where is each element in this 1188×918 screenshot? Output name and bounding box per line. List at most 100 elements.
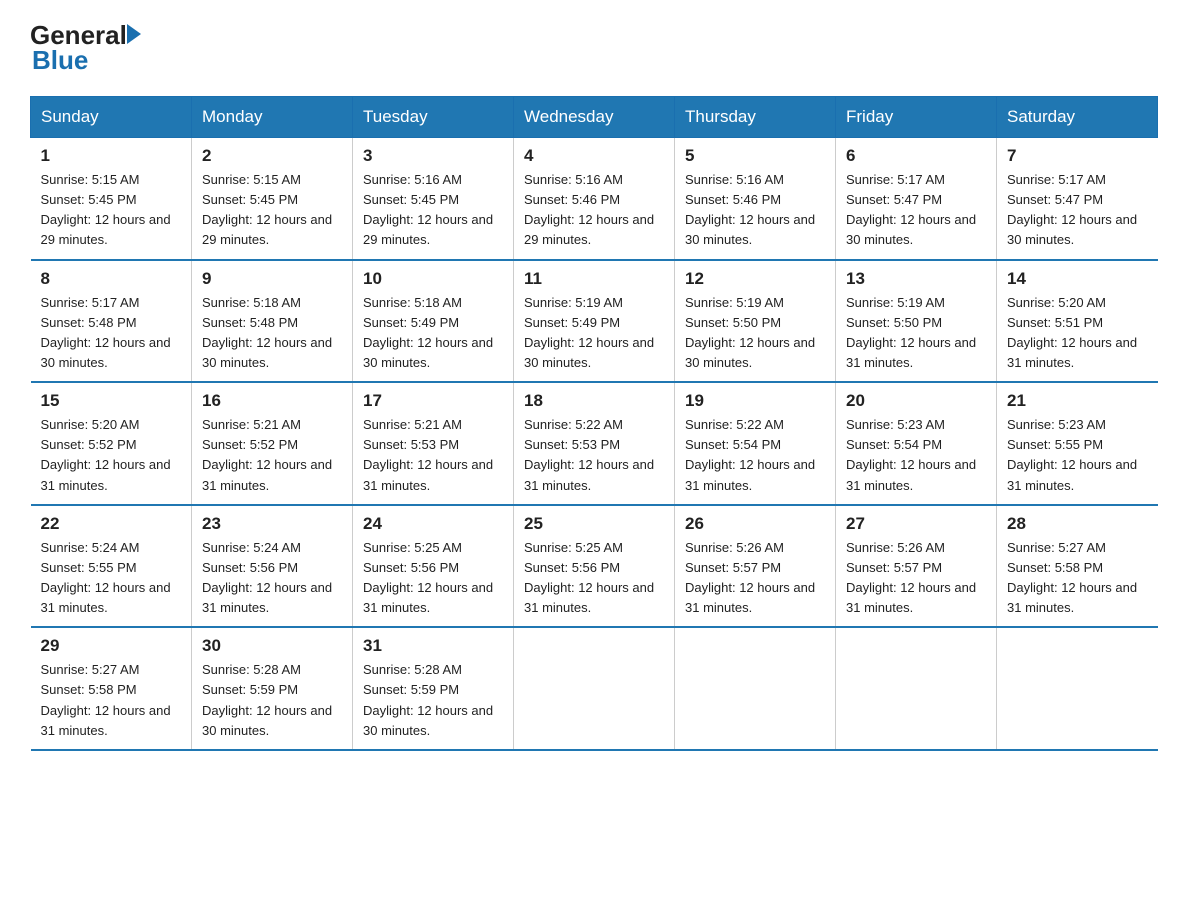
day-info: Sunrise: 5:28 AMSunset: 5:59 PMDaylight:… bbox=[363, 660, 503, 741]
day-info: Sunrise: 5:19 AMSunset: 5:50 PMDaylight:… bbox=[846, 293, 986, 374]
day-number: 4 bbox=[524, 146, 664, 166]
day-info: Sunrise: 5:15 AMSunset: 5:45 PMDaylight:… bbox=[202, 170, 342, 251]
day-info: Sunrise: 5:17 AMSunset: 5:47 PMDaylight:… bbox=[1007, 170, 1148, 251]
calendar-cell bbox=[514, 627, 675, 750]
day-info: Sunrise: 5:22 AMSunset: 5:54 PMDaylight:… bbox=[685, 415, 825, 496]
calendar-header: SundayMondayTuesdayWednesdayThursdayFrid… bbox=[31, 97, 1158, 138]
calendar-cell: 10 Sunrise: 5:18 AMSunset: 5:49 PMDayligh… bbox=[353, 260, 514, 383]
day-number: 31 bbox=[363, 636, 503, 656]
calendar-cell: 22 Sunrise: 5:24 AMSunset: 5:55 PMDayligh… bbox=[31, 505, 192, 628]
day-info: Sunrise: 5:16 AMSunset: 5:46 PMDaylight:… bbox=[524, 170, 664, 251]
day-number: 28 bbox=[1007, 514, 1148, 534]
day-info: Sunrise: 5:18 AMSunset: 5:48 PMDaylight:… bbox=[202, 293, 342, 374]
day-info: Sunrise: 5:23 AMSunset: 5:55 PMDaylight:… bbox=[1007, 415, 1148, 496]
header-cell-friday: Friday bbox=[836, 97, 997, 138]
calendar-cell: 28 Sunrise: 5:27 AMSunset: 5:58 PMDayligh… bbox=[997, 505, 1158, 628]
day-number: 9 bbox=[202, 269, 342, 289]
day-info: Sunrise: 5:22 AMSunset: 5:53 PMDaylight:… bbox=[524, 415, 664, 496]
calendar-cell bbox=[836, 627, 997, 750]
day-info: Sunrise: 5:19 AMSunset: 5:50 PMDaylight:… bbox=[685, 293, 825, 374]
calendar-cell: 8Sunrise: 5:17 AMSunset: 5:48 PMDaylight… bbox=[31, 260, 192, 383]
day-info: Sunrise: 5:21 AMSunset: 5:52 PMDaylight:… bbox=[202, 415, 342, 496]
calendar-week-row: 29Sunrise: 5:27 AMSunset: 5:58 PMDayligh… bbox=[31, 627, 1158, 750]
day-info: Sunrise: 5:24 AMSunset: 5:55 PMDaylight:… bbox=[41, 538, 182, 619]
calendar-cell: 23Sunrise: 5:24 AMSunset: 5:56 PMDayligh… bbox=[192, 505, 353, 628]
day-info: Sunrise: 5:19 AMSunset: 5:49 PMDaylight:… bbox=[524, 293, 664, 374]
day-number: 19 bbox=[685, 391, 825, 411]
logo-blue-text: Blue bbox=[32, 45, 141, 76]
page-header: General Blue bbox=[30, 20, 1158, 76]
day-info: Sunrise: 5:26 AMSunset: 5:57 PMDaylight:… bbox=[685, 538, 825, 619]
day-info: Sunrise: 5:20 AMSunset: 5:51 PMDaylight:… bbox=[1007, 293, 1148, 374]
calendar-cell: 17 Sunrise: 5:21 AMSunset: 5:53 PMDayligh… bbox=[353, 382, 514, 505]
calendar-cell: 2 Sunrise: 5:15 AMSunset: 5:45 PMDaylight… bbox=[192, 138, 353, 260]
day-number: 25 bbox=[524, 514, 664, 534]
calendar-cell: 4 Sunrise: 5:16 AMSunset: 5:46 PMDaylight… bbox=[514, 138, 675, 260]
calendar-cell: 30Sunrise: 5:28 AMSunset: 5:59 PMDayligh… bbox=[192, 627, 353, 750]
day-number: 27 bbox=[846, 514, 986, 534]
calendar-cell: 21 Sunrise: 5:23 AMSunset: 5:55 PMDayligh… bbox=[997, 382, 1158, 505]
calendar-cell: 12Sunrise: 5:19 AMSunset: 5:50 PMDayligh… bbox=[675, 260, 836, 383]
day-number: 10 bbox=[363, 269, 503, 289]
day-info: Sunrise: 5:25 AMSunset: 5:56 PMDaylight:… bbox=[363, 538, 503, 619]
day-number: 6 bbox=[846, 146, 986, 166]
day-number: 15 bbox=[41, 391, 182, 411]
calendar-cell: 13 Sunrise: 5:19 AMSunset: 5:50 PMDayligh… bbox=[836, 260, 997, 383]
calendar-cell: 26 Sunrise: 5:26 AMSunset: 5:57 PMDayligh… bbox=[675, 505, 836, 628]
calendar-cell: 9 Sunrise: 5:18 AMSunset: 5:48 PMDaylight… bbox=[192, 260, 353, 383]
calendar-cell: 11 Sunrise: 5:19 AMSunset: 5:49 PMDayligh… bbox=[514, 260, 675, 383]
calendar-cell: 1 Sunrise: 5:15 AMSunset: 5:45 PMDaylight… bbox=[31, 138, 192, 260]
calendar-cell: 16 Sunrise: 5:21 AMSunset: 5:52 PMDayligh… bbox=[192, 382, 353, 505]
day-number: 14 bbox=[1007, 269, 1148, 289]
day-number: 2 bbox=[202, 146, 342, 166]
day-number: 7 bbox=[1007, 146, 1148, 166]
day-info: Sunrise: 5:15 AMSunset: 5:45 PMDaylight:… bbox=[41, 170, 182, 251]
day-number: 8 bbox=[41, 269, 182, 289]
day-number: 21 bbox=[1007, 391, 1148, 411]
day-number: 1 bbox=[41, 146, 182, 166]
day-number: 13 bbox=[846, 269, 986, 289]
day-info: Sunrise: 5:27 AMSunset: 5:58 PMDaylight:… bbox=[1007, 538, 1148, 619]
calendar-week-row: 8Sunrise: 5:17 AMSunset: 5:48 PMDaylight… bbox=[31, 260, 1158, 383]
day-info: Sunrise: 5:16 AMSunset: 5:46 PMDaylight:… bbox=[685, 170, 825, 251]
calendar-week-row: 1 Sunrise: 5:15 AMSunset: 5:45 PMDaylight… bbox=[31, 138, 1158, 260]
day-number: 22 bbox=[41, 514, 182, 534]
calendar-week-row: 22 Sunrise: 5:24 AMSunset: 5:55 PMDayligh… bbox=[31, 505, 1158, 628]
day-number: 11 bbox=[524, 269, 664, 289]
day-info: Sunrise: 5:26 AMSunset: 5:57 PMDaylight:… bbox=[846, 538, 986, 619]
header-cell-sunday: Sunday bbox=[31, 97, 192, 138]
calendar-cell bbox=[675, 627, 836, 750]
calendar-cell: 27 Sunrise: 5:26 AMSunset: 5:57 PMDayligh… bbox=[836, 505, 997, 628]
day-number: 5 bbox=[685, 146, 825, 166]
day-info: Sunrise: 5:21 AMSunset: 5:53 PMDaylight:… bbox=[363, 415, 503, 496]
day-info: Sunrise: 5:20 AMSunset: 5:52 PMDaylight:… bbox=[41, 415, 182, 496]
day-info: Sunrise: 5:24 AMSunset: 5:56 PMDaylight:… bbox=[202, 538, 342, 619]
day-number: 29 bbox=[41, 636, 182, 656]
header-cell-tuesday: Tuesday bbox=[353, 97, 514, 138]
logo: General Blue bbox=[30, 20, 141, 76]
day-info: Sunrise: 5:28 AMSunset: 5:59 PMDaylight:… bbox=[202, 660, 342, 741]
day-number: 20 bbox=[846, 391, 986, 411]
header-cell-wednesday: Wednesday bbox=[514, 97, 675, 138]
calendar-cell: 5 Sunrise: 5:16 AMSunset: 5:46 PMDaylight… bbox=[675, 138, 836, 260]
day-number: 24 bbox=[363, 514, 503, 534]
calendar-cell: 20Sunrise: 5:23 AMSunset: 5:54 PMDayligh… bbox=[836, 382, 997, 505]
calendar-cell: 19 Sunrise: 5:22 AMSunset: 5:54 PMDayligh… bbox=[675, 382, 836, 505]
calendar-week-row: 15 Sunrise: 5:20 AMSunset: 5:52 PMDayligh… bbox=[31, 382, 1158, 505]
day-info: Sunrise: 5:18 AMSunset: 5:49 PMDaylight:… bbox=[363, 293, 503, 374]
calendar-cell: 25 Sunrise: 5:25 AMSunset: 5:56 PMDayligh… bbox=[514, 505, 675, 628]
day-number: 16 bbox=[202, 391, 342, 411]
day-number: 26 bbox=[685, 514, 825, 534]
header-row: SundayMondayTuesdayWednesdayThursdayFrid… bbox=[31, 97, 1158, 138]
calendar-cell: 29Sunrise: 5:27 AMSunset: 5:58 PMDayligh… bbox=[31, 627, 192, 750]
day-info: Sunrise: 5:25 AMSunset: 5:56 PMDaylight:… bbox=[524, 538, 664, 619]
header-cell-thursday: Thursday bbox=[675, 97, 836, 138]
calendar-cell: 24 Sunrise: 5:25 AMSunset: 5:56 PMDayligh… bbox=[353, 505, 514, 628]
day-info: Sunrise: 5:17 AMSunset: 5:47 PMDaylight:… bbox=[846, 170, 986, 251]
calendar-cell: 3Sunrise: 5:16 AMSunset: 5:45 PMDaylight… bbox=[353, 138, 514, 260]
day-number: 3 bbox=[363, 146, 503, 166]
day-number: 17 bbox=[363, 391, 503, 411]
calendar-cell bbox=[997, 627, 1158, 750]
header-cell-monday: Monday bbox=[192, 97, 353, 138]
header-cell-saturday: Saturday bbox=[997, 97, 1158, 138]
